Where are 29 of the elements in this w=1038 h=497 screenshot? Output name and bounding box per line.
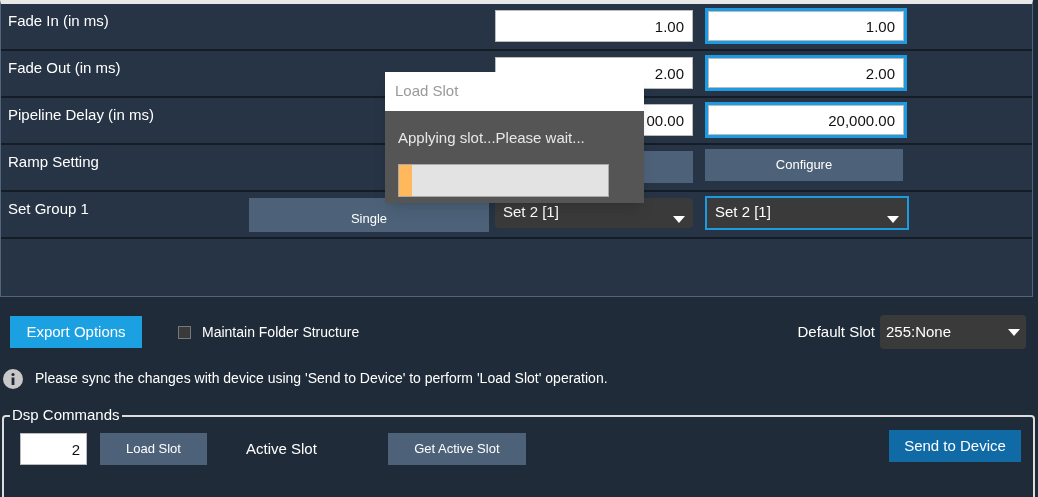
send-to-device-button[interactable]: Send to Device	[889, 430, 1021, 462]
setting-label: Fade In (in ms)	[7, 11, 110, 31]
number-field[interactable]: 20,000.00	[708, 105, 904, 135]
get-active-slot-button[interactable]: Get Active Slot	[387, 433, 526, 465]
setting-label: Fade Out (in ms)	[7, 58, 122, 78]
caret-icon	[887, 216, 899, 223]
configure-button[interactable]: Configure	[705, 149, 903, 181]
dialog-message: Applying slot...Please wait...	[398, 128, 586, 148]
set-dropdown[interactable]: Set 2 [1]	[707, 198, 907, 228]
info-icon	[3, 368, 23, 389]
slot-number-field[interactable]: 2	[20, 433, 87, 465]
mode-button[interactable]: Single	[249, 198, 489, 232]
setting-label: Set Group 1	[7, 199, 90, 219]
caret-icon	[673, 216, 685, 223]
number-field[interactable]: 2.00	[708, 58, 904, 88]
checkbox[interactable]	[178, 325, 191, 339]
caret-icon	[1008, 328, 1020, 336]
load-slot-button[interactable]: Load Slot	[100, 433, 207, 465]
active-slot-label: Active Slot	[246, 438, 317, 459]
info-message: Please sync the changes with device using 'Send to Device' to perform 'Load Slot' operation.	[35, 369, 608, 388]
setting-label: Ramp Setting	[7, 152, 100, 172]
dialog-title: Load Slot	[385, 72, 644, 111]
checkbox-label: Maintain Folder Structure	[202, 322, 360, 342]
group-title: Dsp Commands	[10, 406, 122, 424]
default-slot-label: Default Slot	[797, 321, 875, 342]
number-field[interactable]: 1.00	[495, 10, 693, 42]
setting-label: Pipeline Delay (in ms)	[7, 105, 155, 125]
default-slot-dropdown[interactable]: 255:None	[880, 315, 1026, 349]
number-field[interactable]: 1.00	[708, 11, 904, 41]
